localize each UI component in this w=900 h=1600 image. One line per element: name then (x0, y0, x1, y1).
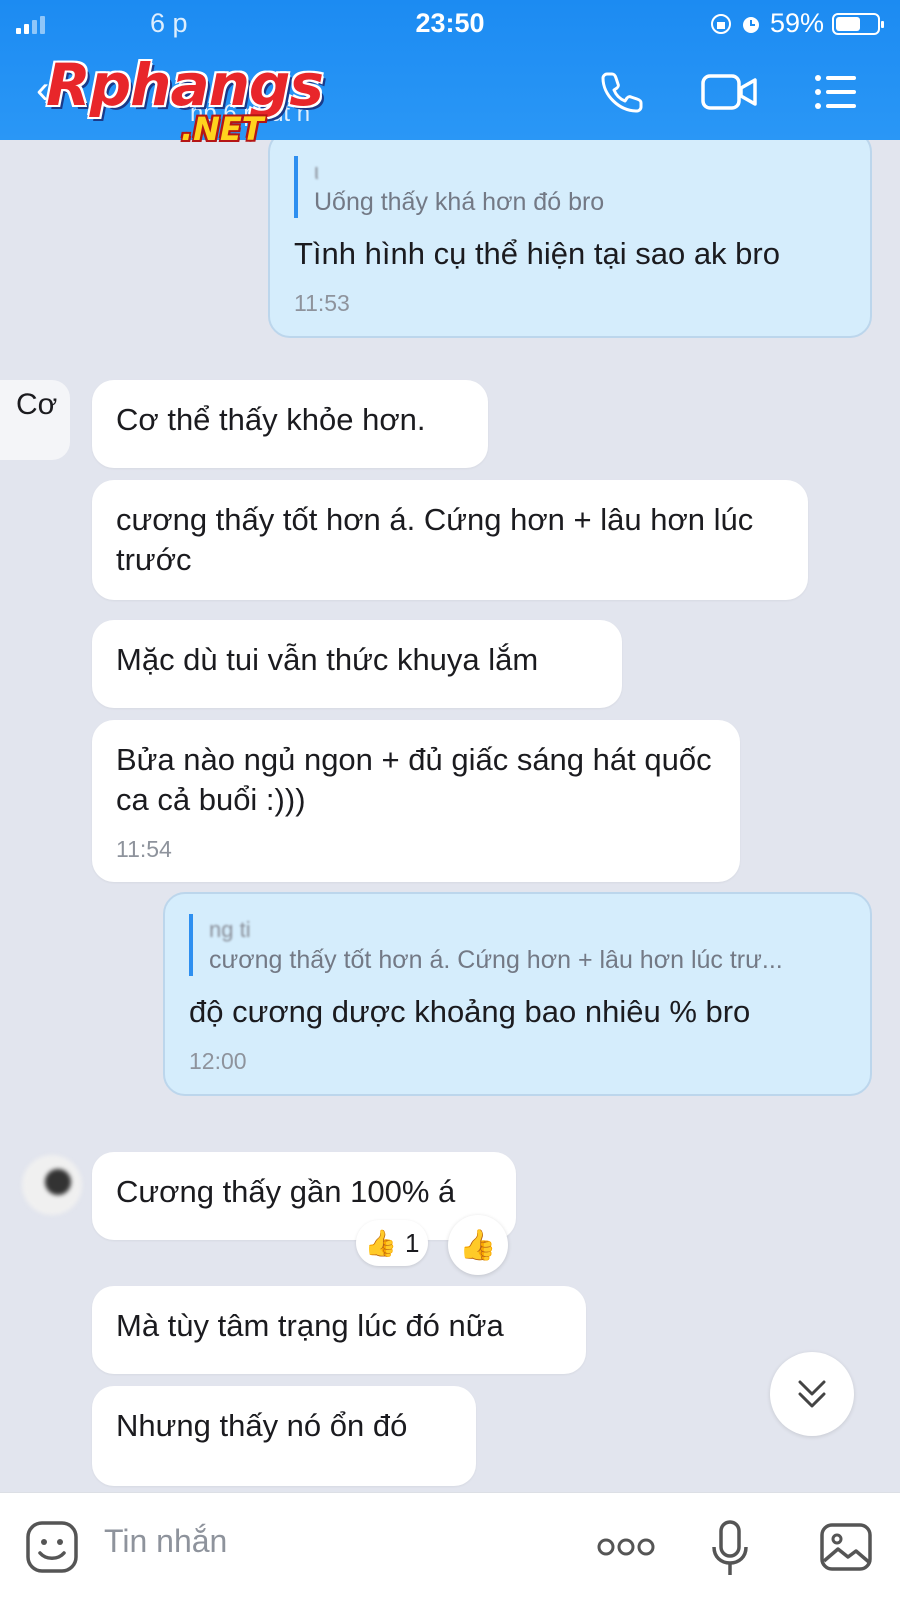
avatar[interactable] (22, 1155, 82, 1215)
video-icon[interactable] (700, 68, 760, 116)
reaction-count: 1 (404, 1227, 420, 1258)
partial-message-bubble: Cơ (0, 380, 70, 460)
message-text: Bửa nào ngủ ngon + đủ giấc sáng hát quốc… (116, 742, 712, 817)
message-bubble-incoming[interactable]: Bửa nào ngủ ngon + đủ giấc sáng hát quốc… (92, 720, 740, 882)
message-bubble-incoming[interactable]: Mà tùy tâm trạng lúc đó nữa (92, 1286, 586, 1374)
react-button[interactable]: 👍 (448, 1215, 508, 1275)
sticker-icon[interactable] (24, 1519, 80, 1575)
message-bubble-incoming[interactable]: cương thấy tốt hơn á. Cứng hơn + lâu hơn… (92, 480, 808, 600)
thumbs-up-icon: 👍 (364, 1227, 397, 1258)
message-bubble-incoming[interactable]: Nhưng thấy nó ổn đó (92, 1386, 476, 1486)
message-text: Cơ thể thấy khỏe hơn. (116, 402, 426, 437)
rotation-lock-icon (710, 13, 731, 34)
image-icon[interactable] (818, 1519, 874, 1575)
battery-icon (832, 12, 884, 35)
watermark-logo: Rphangs .NET (46, 51, 324, 148)
message-text: Cương thấy gần 100% á (116, 1174, 456, 1209)
menu-icon[interactable] (812, 68, 860, 116)
quoted-message[interactable]: ι Uống thấy khá hơn đó bro (294, 156, 846, 218)
message-bubble-incoming[interactable]: Mặc dù tui vẫn thức khuya lắm (92, 620, 622, 708)
battery-percent: 59% (769, 8, 824, 38)
alarm-icon (742, 16, 759, 33)
phone-icon[interactable] (598, 68, 646, 116)
message-text: cương thấy tốt hơn á. Cứng hơn + lâu hơn… (116, 502, 754, 577)
microphone-icon[interactable] (710, 1519, 750, 1579)
message-list[interactable]: ι Uống thấy khá hơn đó bro Tình hình cụ … (0, 140, 900, 1492)
message-bubble-incoming[interactable]: Cương thấy gần 100% á (92, 1152, 516, 1240)
message-bubble-incoming[interactable]: Cơ thể thấy khỏe hơn. (92, 380, 488, 468)
message-bubble-outgoing[interactable]: ng ti cương thấy tốt hơn á. Cứng hơn + l… (163, 892, 872, 1096)
scroll-to-bottom-button[interactable] (770, 1352, 854, 1436)
more-icon[interactable] (596, 1535, 656, 1559)
message-text: Mặc dù tui vẫn thức khuya lắm (116, 642, 539, 677)
message-time: 11:54 (116, 836, 172, 862)
quoted-message[interactable]: ng ti cương thấy tốt hơn á. Cứng hơn + l… (189, 914, 846, 976)
message-text: độ cương dược khoảng bao nhiêu % bro (189, 994, 751, 1029)
thumbs-up-icon: 👍 (459, 1228, 497, 1262)
chat-header: 6 p 23:50 59% ‹ np 6 phút h Rphangs .NET (0, 0, 900, 148)
message-text: Nhưng thấy nó ổn đó (116, 1408, 408, 1443)
reaction-badge[interactable]: 👍 1 (356, 1220, 428, 1266)
status-bar: 6 p 23:50 59% (0, 0, 900, 46)
double-chevron-down-icon (798, 1380, 826, 1408)
message-time: 11:53 (294, 290, 350, 316)
message-bubble-outgoing[interactable]: ι Uống thấy khá hơn đó bro Tình hình cụ … (268, 140, 872, 338)
message-text: Mà tùy tâm trạng lúc đó nữa (116, 1308, 504, 1343)
message-text: Tình hình cụ thể hiện tại sao ak bro (294, 236, 780, 271)
message-input[interactable]: Tin nhắn (104, 1523, 227, 1560)
message-time: 12:00 (189, 1048, 247, 1074)
message-input-bar: Tin nhắn (0, 1492, 900, 1600)
